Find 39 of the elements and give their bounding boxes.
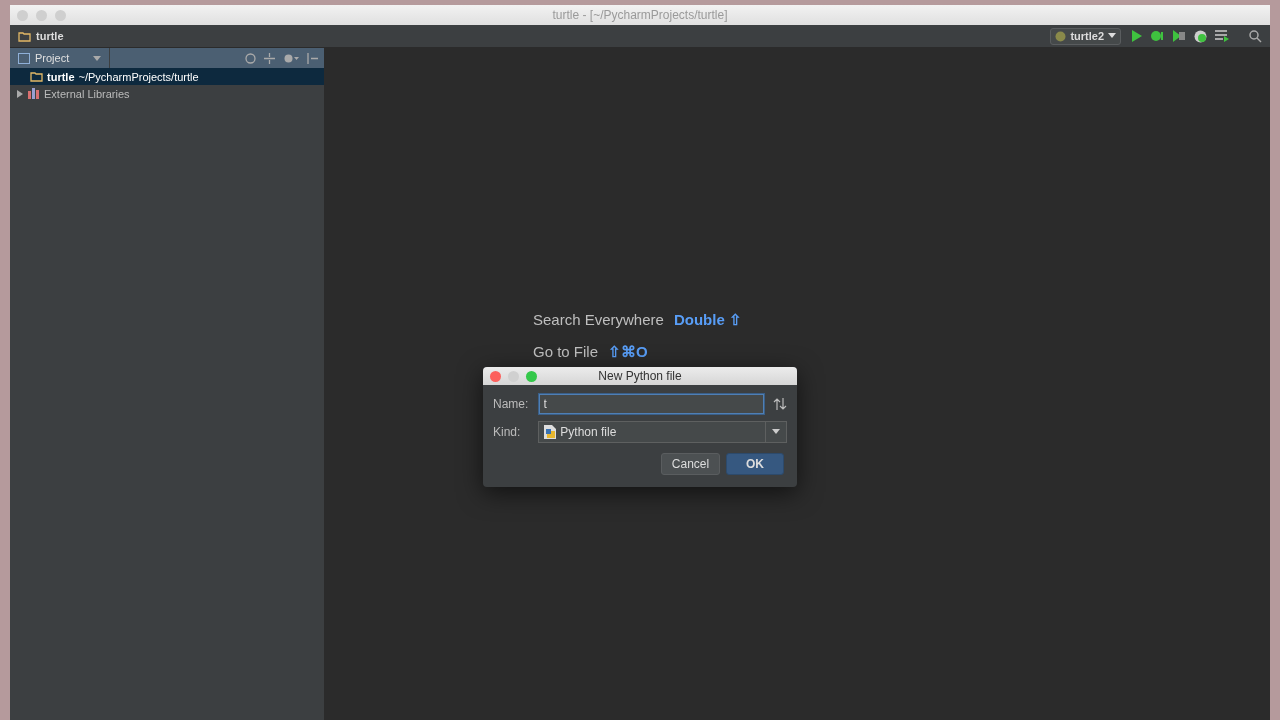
- library-icon: [28, 88, 40, 99]
- sort-arrows-icon[interactable]: [773, 398, 787, 410]
- close-button[interactable]: [490, 371, 501, 382]
- folder-icon: [18, 30, 31, 42]
- profile-icon[interactable]: [1194, 29, 1207, 43]
- hint-shortcut: ⇧⌘O: [608, 343, 648, 361]
- search-icon[interactable]: [1249, 29, 1262, 43]
- kind-dropdown[interactable]: Python file: [538, 421, 787, 443]
- cancel-button[interactable]: Cancel: [661, 453, 720, 475]
- breadcrumb[interactable]: turtle: [36, 30, 64, 42]
- python-file-icon: [544, 425, 557, 439]
- tree-item-path: ~/PycharmProjects/turtle: [78, 70, 199, 83]
- name-label: Name:: [493, 397, 530, 411]
- python-icon: [1055, 30, 1067, 42]
- tree-item-name: turtle: [47, 70, 75, 83]
- zoom-button[interactable]: [526, 371, 537, 382]
- debug-icon[interactable]: [1150, 30, 1164, 42]
- name-field[interactable]: t: [538, 394, 765, 414]
- hint-label: Go to File: [533, 343, 599, 361]
- kind-label: Kind:: [493, 425, 522, 439]
- hide-panel-icon[interactable]: [307, 52, 318, 64]
- run-icon[interactable]: [1131, 30, 1142, 42]
- folder-icon: [30, 71, 43, 82]
- ok-button[interactable]: OK: [726, 453, 784, 475]
- tree-item[interactable]: External Libraries: [10, 85, 324, 102]
- tasks-icon[interactable]: [1215, 30, 1229, 42]
- tree-item-name: External Libraries: [44, 87, 130, 100]
- collapsed-arrow-icon[interactable]: [16, 89, 24, 98]
- caret-icon[interactable]: [93, 56, 101, 62]
- hint-shortcut: Double ⇧: [673, 311, 742, 329]
- run-config-dropdown[interactable]: turtle2: [1050, 27, 1121, 45]
- caret-icon[interactable]: [772, 429, 780, 435]
- window-title: turtle - [~/PycharmProjects/turtle]: [552, 8, 728, 22]
- project-icon: [18, 52, 30, 64]
- dialog-title: New Python file: [598, 369, 682, 383]
- tree-item[interactable]: turtle ~/PycharmProjects/turtle: [10, 68, 324, 85]
- caret-icon[interactable]: [1108, 33, 1116, 39]
- hint-label: Search Everywhere: [533, 311, 664, 329]
- coverage-icon[interactable]: [1172, 30, 1186, 42]
